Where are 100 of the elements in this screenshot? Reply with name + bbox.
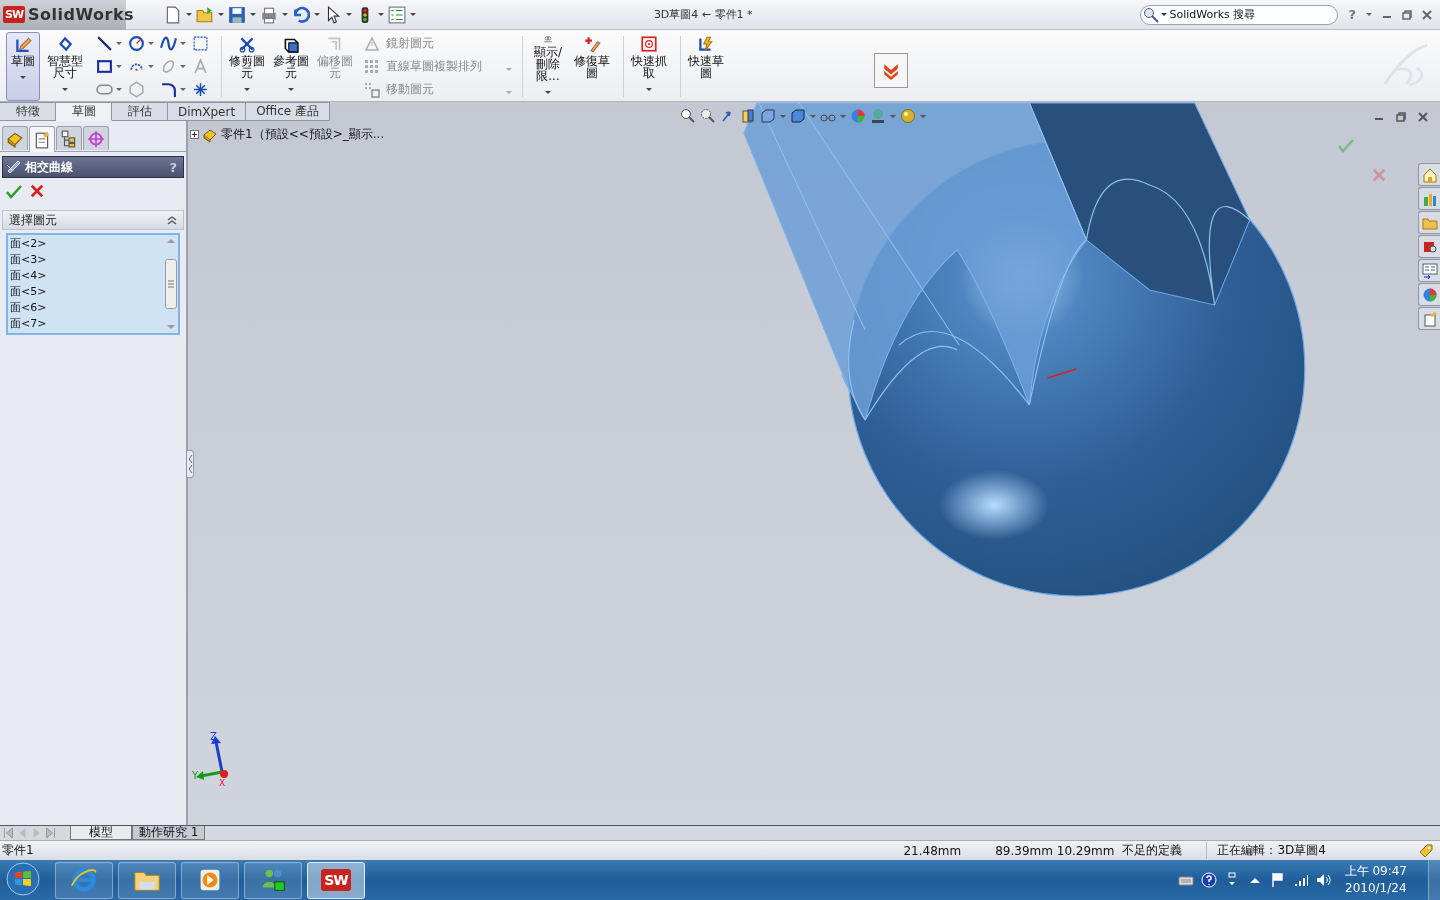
caret-icon[interactable] — [346, 13, 352, 16]
repair-pencil-icon[interactable] — [583, 35, 601, 53]
caret-icon[interactable] — [250, 13, 256, 16]
rectangle-icon[interactable] — [96, 58, 113, 75]
clock[interactable]: 上午 09:47 2010/1/24 — [1344, 863, 1407, 897]
search-field[interactable]: SolidWorks 搜尋 — [1140, 4, 1339, 25]
flag-icon[interactable] — [1269, 872, 1286, 888]
help-circle-icon[interactable] — [1200, 872, 1217, 888]
undo-icon[interactable] — [292, 5, 310, 24]
confirm-icon[interactable] — [6, 184, 22, 200]
spline-icon[interactable] — [160, 35, 177, 52]
zoom-area-icon[interactable] — [700, 108, 716, 124]
slot-icon[interactable] — [96, 81, 113, 98]
signal-icon[interactable] — [1292, 872, 1309, 888]
options-icon[interactable] — [388, 5, 406, 24]
caret-icon[interactable] — [378, 13, 384, 16]
model-tab[interactable]: 動作研究 1 — [132, 826, 206, 840]
scrollbar-thumb-icon[interactable] — [165, 259, 177, 309]
group-header[interactable]: 選擇圖元 — [2, 210, 184, 230]
taskbar-button[interactable] — [118, 861, 176, 899]
taskbar-button[interactable] — [244, 861, 302, 899]
new-document-icon[interactable] — [164, 5, 182, 24]
taskbar-button[interactable] — [55, 861, 113, 899]
ribbon-button[interactable]: 智慧型尺寸 — [46, 32, 84, 101]
quick-sketch-icon[interactable] — [697, 35, 715, 53]
list-item[interactable]: 面<7> — [10, 316, 162, 332]
status-text: 零件1 — [2, 842, 34, 859]
restore-icon[interactable] — [1396, 112, 1406, 122]
trim-scissors-icon[interactable] — [238, 35, 256, 53]
logo-mark: SW — [3, 6, 26, 23]
taskbar-button[interactable] — [181, 861, 239, 899]
sketch-pencil-icon[interactable] — [14, 35, 32, 53]
collapse-icon[interactable] — [167, 215, 177, 225]
ribbon-button[interactable]: 快速草圖 — [687, 32, 725, 101]
ribbon-button[interactable]: 草圖 — [6, 32, 40, 101]
expand-icon[interactable] — [190, 130, 199, 139]
section-view-icon[interactable] — [740, 108, 756, 124]
status-readout: 不足的定義 — [1122, 842, 1183, 859]
command-tab[interactable]: DimXpert — [168, 102, 247, 121]
close-icon[interactable] — [1422, 9, 1432, 20]
list-item[interactable]: 面<3> — [10, 252, 162, 268]
caret-icon[interactable] — [646, 88, 652, 91]
caret-icon[interactable] — [180, 42, 186, 45]
ribbon-button[interactable]: 修復草圖 — [573, 32, 611, 101]
cancel-icon[interactable] — [30, 184, 44, 198]
point-icon[interactable] — [192, 81, 209, 98]
help-button[interactable]: ? — [1348, 7, 1356, 22]
restore-icon[interactable] — [1402, 9, 1412, 20]
list-item[interactable]: 面<4> — [10, 268, 162, 284]
ribbon-button[interactable]: 修剪圖元 — [228, 32, 266, 101]
splitter-handle[interactable] — [186, 450, 194, 478]
command-tab[interactable]: 草圖 — [56, 102, 112, 121]
expand-toolbar-button[interactable] — [874, 53, 908, 88]
dimension-icon[interactable] — [56, 35, 74, 53]
taskbar-button[interactable]: SW — [307, 861, 365, 899]
caret-icon[interactable] — [244, 88, 250, 91]
caret-icon[interactable] — [410, 13, 416, 16]
caret-icon[interactable] — [282, 13, 288, 16]
model-drawing[interactable] — [743, 102, 1306, 597]
caret-icon[interactable] — [148, 42, 154, 45]
snap-target-icon[interactable] — [640, 35, 658, 53]
caret-icon[interactable] — [288, 88, 294, 91]
splitter-grip-icon[interactable] — [187, 455, 193, 473]
selection-list[interactable]: 面<2> 面<3> 面<4> 面<5> 面<6> 面<7> — [6, 233, 180, 335]
scene-icon[interactable] — [870, 108, 886, 124]
fillet-icon[interactable] — [160, 81, 177, 98]
caret-icon[interactable] — [545, 91, 551, 94]
display-style-icon[interactable] — [790, 108, 806, 124]
construction-grid-icon[interactable] — [192, 35, 209, 52]
list-item[interactable]: 面<5> — [10, 284, 162, 300]
command-tab[interactable]: Office 產品 — [246, 102, 330, 121]
ribbon-button[interactable]: 參考圖元 — [272, 32, 310, 101]
list-item[interactable]: 面<6> — [10, 300, 162, 316]
browser-icon[interactable] — [69, 865, 99, 895]
model-tab[interactable]: 模型 — [70, 826, 132, 840]
caret-icon[interactable] — [20, 76, 26, 79]
tree-item[interactable]: 零件1（預設<<預設>_顯示... — [221, 126, 385, 143]
caret-icon[interactable] — [314, 13, 320, 16]
caret-icon[interactable] — [218, 13, 224, 16]
print-icon[interactable] — [260, 5, 278, 24]
caret-icon[interactable] — [116, 42, 122, 45]
zoom-fit-icon[interactable] — [680, 108, 696, 124]
circle-icon[interactable] — [128, 35, 145, 52]
close-icon[interactable] — [1418, 112, 1428, 122]
line-icon[interactable] — [96, 35, 113, 52]
command-tab[interactable]: 評估 — [112, 102, 168, 121]
ribbon-button[interactable]: 快速抓取 — [630, 32, 668, 101]
caret-icon[interactable] — [62, 88, 68, 91]
ribbon-button[interactable]: 顯示/刪除限... — [529, 32, 567, 101]
status-readout: 89.39mm 10.29mm — [994, 843, 1115, 858]
tag-icon[interactable] — [1418, 842, 1434, 859]
help-button[interactable]: ? — [169, 159, 177, 175]
search-icon[interactable] — [1143, 6, 1160, 23]
save-icon[interactable] — [228, 5, 246, 24]
command-tab[interactable]: 特徵 — [0, 102, 56, 121]
view-orientation-icon[interactable] — [760, 108, 776, 124]
list-item[interactable]: 面<2> — [10, 236, 162, 252]
caret-icon[interactable] — [1161, 13, 1168, 16]
volume-icon[interactable] — [1315, 872, 1332, 888]
caret-icon[interactable] — [186, 13, 192, 16]
